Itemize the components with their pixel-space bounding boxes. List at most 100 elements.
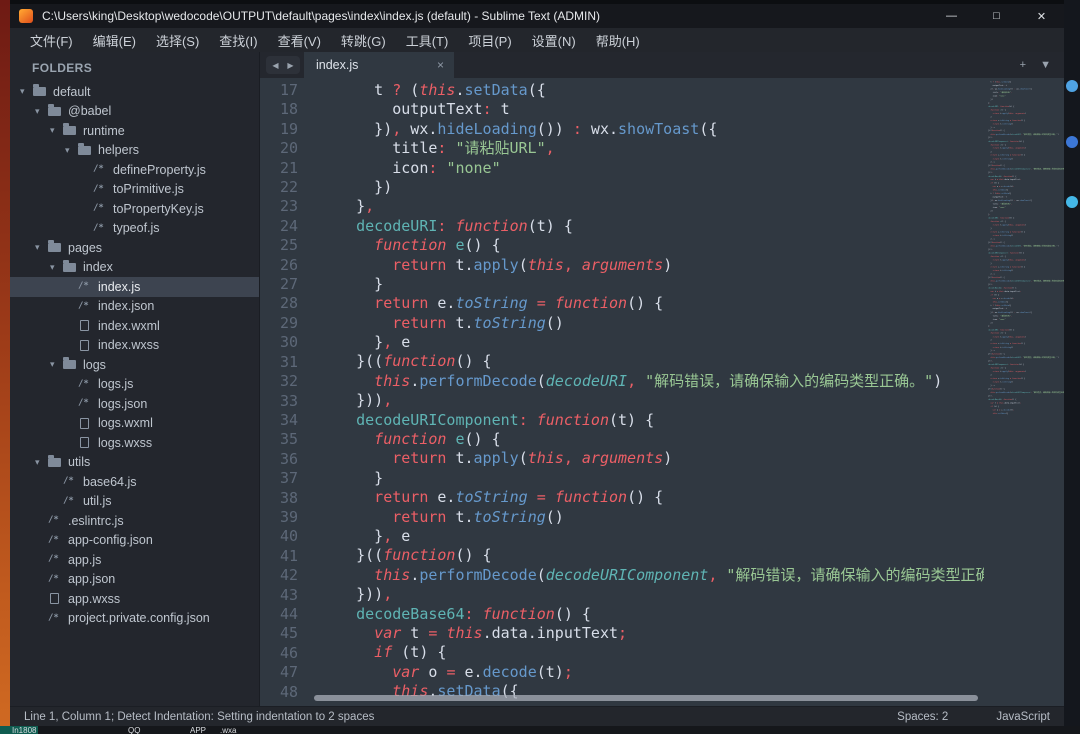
code-line-23[interactable]: }, <box>320 197 984 216</box>
code-line-47[interactable]: var o = e.decode(t); <box>320 663 984 682</box>
code-line-20[interactable]: title: "请粘贴URL", <box>320 139 984 158</box>
file-label: app.wxss <box>68 591 121 606</box>
caret-down-icon: ▾ <box>20 86 25 97</box>
code-line-17[interactable]: t ? (this.setData({ <box>320 81 984 100</box>
sidebar-item-logs-json[interactable]: /* logs.json <box>10 394 259 414</box>
code-line-42[interactable]: this.performDecode(decodeURIComponent, "… <box>320 566 984 585</box>
code-line-21[interactable]: icon: "none" <box>320 159 984 178</box>
syntax-selector[interactable]: JavaScript <box>996 711 1050 723</box>
line-number: 31 <box>279 352 298 371</box>
tab-back-button[interactable]: ◀ <box>268 61 283 70</box>
code-line-35[interactable]: function e() { <box>320 430 984 449</box>
menu-item-3[interactable]: 选择(S) <box>146 31 209 50</box>
code-line-41[interactable]: }((function() { <box>320 546 984 565</box>
sidebar-item-index-json[interactable]: /* index.json <box>10 297 259 317</box>
code-line-19[interactable]: }), wx.hideLoading()) : wx.showToast({ <box>320 120 984 139</box>
code-line-45[interactable]: var t = this.data.inputText; <box>320 624 984 643</box>
code-line-24[interactable]: decodeURI: function(t) { <box>320 217 984 236</box>
editor-column: ◀ ▶ index.js × + ▼ 17 18 19 20 21 22 23 24 25 26 2… <box>260 52 1064 706</box>
tab-forward-button[interactable]: ▶ <box>283 61 298 70</box>
tab-index-js[interactable]: index.js × <box>304 52 454 78</box>
sidebar-item-eslintrc-js[interactable]: /* .eslintrc.js <box>10 511 259 531</box>
horizontal-scrollbar[interactable] <box>314 695 978 701</box>
close-button[interactable]: ✕ <box>1019 4 1064 28</box>
code-line-43[interactable]: })), <box>320 585 984 604</box>
code-line-25[interactable]: function e() { <box>320 236 984 255</box>
sidebar-item-app-wxss[interactable]: app.wxss <box>10 589 259 609</box>
menu-item-8[interactable]: 项目(P) <box>458 31 521 50</box>
sidebar-item-logs-wxml[interactable]: logs.wxml <box>10 414 259 434</box>
sidebar-item-app-json[interactable]: /* app.json <box>10 570 259 590</box>
gutter: 17 18 19 20 21 22 23 24 25 26 27 28 29 30 31 32 33 34 35 36… <box>260 78 310 706</box>
line-number: 43 <box>279 585 298 604</box>
code-line-36[interactable]: return t.apply(this, arguments) <box>320 449 984 468</box>
sidebar-item-index[interactable]: ▾ index <box>10 258 259 278</box>
code-line-18[interactable]: outputText: t <box>320 100 984 119</box>
sidebar-item-toprimitive-js[interactable]: /* toPrimitive.js <box>10 180 259 200</box>
js-file-icon: /* <box>48 612 59 623</box>
sidebar-item-index-wxml[interactable]: index.wxml <box>10 316 259 336</box>
sidebar-item-app-js[interactable]: /* app.js <box>10 550 259 570</box>
sidebar-item-utils[interactable]: ▾ utils <box>10 453 259 473</box>
code-line-34[interactable]: decodeURIComponent: function(t) { <box>320 411 984 430</box>
code-line-27[interactable]: } <box>320 275 984 294</box>
edge-app-icon-3[interactable] <box>1066 196 1078 208</box>
line-number: 23 <box>279 197 298 216</box>
minimize-button[interactable]: — <box>929 4 974 28</box>
menu-item-4[interactable]: 查找(I) <box>209 31 267 50</box>
menu-item-7[interactable]: 工具(T) <box>396 31 459 50</box>
sidebar-item-base64-js[interactable]: /* base64.js <box>10 472 259 492</box>
menu-item-5[interactable]: 查看(V) <box>268 31 331 50</box>
caret-down-icon: ▾ <box>35 242 40 253</box>
code-line-28[interactable]: return e.toString = function() { <box>320 294 984 313</box>
code-line-22[interactable]: }) <box>320 178 984 197</box>
menu-item-2[interactable]: 编辑(E) <box>83 31 146 50</box>
sidebar-item-util-js[interactable]: /* util.js <box>10 492 259 512</box>
code-line-40[interactable]: }, e <box>320 527 984 546</box>
code-line-32[interactable]: this.performDecode(decodeURI, "解码错误，请确保输… <box>320 372 984 391</box>
code-line-46[interactable]: if (t) { <box>320 643 984 662</box>
sidebar: FOLDERS ▾ default ▾ @babel ▾ runtime ▾ helpers /… <box>10 52 260 706</box>
menu-item-9[interactable]: 设置(N) <box>522 31 586 50</box>
code-line-31[interactable]: }((function() { <box>320 352 984 371</box>
sidebar-item-pages[interactable]: ▾ pages <box>10 238 259 258</box>
edge-app-icon-2[interactable] <box>1066 136 1078 148</box>
menu-item-10[interactable]: 帮助(H) <box>586 31 650 50</box>
sidebar-item-typeof-js[interactable]: /* typeof.js <box>10 219 259 239</box>
sidebar-item-index-wxss[interactable]: index.wxss <box>10 336 259 356</box>
sidebar-item-defineproperty-js[interactable]: /* defineProperty.js <box>10 160 259 180</box>
code-line-33[interactable]: })), <box>320 391 984 410</box>
sidebar-item-index-js[interactable]: /* index.js <box>10 277 259 297</box>
maximize-button[interactable]: □ <box>974 4 1019 28</box>
code-line-29[interactable]: return t.toString() <box>320 314 984 333</box>
sidebar-item-logs-wxss[interactable]: logs.wxss <box>10 433 259 453</box>
sidebar-item-runtime[interactable]: ▾ runtime <box>10 121 259 141</box>
titlebar[interactable]: C:\Users\king\Desktop\wedocode\OUTPUT\de… <box>10 4 1064 28</box>
sidebar-item-project-private-config-json[interactable]: /* project.private.config.json <box>10 609 259 629</box>
tab-close-icon[interactable]: × <box>437 58 444 72</box>
sidebar-item-helpers[interactable]: ▾ helpers <box>10 141 259 161</box>
minimap[interactable]: t ? (this.setData({ outputText: t }), wx… <box>984 78 1064 706</box>
menu-item-1[interactable]: 文件(F) <box>20 31 83 50</box>
code-line-39[interactable]: return t.toString() <box>320 508 984 527</box>
file-label: index.js <box>98 279 141 294</box>
menu-item-6[interactable]: 转跳(G) <box>331 31 396 50</box>
edge-app-icon-1[interactable] <box>1066 80 1078 92</box>
new-tab-button[interactable]: + <box>1013 59 1033 71</box>
sidebar-item-topropertykey-js[interactable]: /* toPropertyKey.js <box>10 199 259 219</box>
sidebar-item-logs[interactable]: ▾ logs <box>10 355 259 375</box>
indentation-setting[interactable]: Spaces: 2 <box>897 711 948 723</box>
code-line-26[interactable]: return t.apply(this, arguments) <box>320 256 984 275</box>
code-lines[interactable]: t ? (this.setData({ outputText: t }), wx… <box>310 78 984 706</box>
line-number: 41 <box>279 546 298 565</box>
sidebar-item-logs-js[interactable]: /* logs.js <box>10 375 259 395</box>
code-line-37[interactable]: } <box>320 469 984 488</box>
editor[interactable]: 17 18 19 20 21 22 23 24 25 26 27 28 29 30 31 32 33 34 35 36… <box>260 78 1064 706</box>
code-line-44[interactable]: decodeBase64: function() { <box>320 605 984 624</box>
code-line-30[interactable]: }, e <box>320 333 984 352</box>
sidebar-item-app-config-json[interactable]: /* app-config.json <box>10 531 259 551</box>
tab-list-button[interactable]: ▼ <box>1033 59 1058 71</box>
sidebar-item-default[interactable]: ▾ default <box>10 82 259 102</box>
code-line-38[interactable]: return e.toString = function() { <box>320 488 984 507</box>
sidebar-item-babel[interactable]: ▾ @babel <box>10 102 259 122</box>
